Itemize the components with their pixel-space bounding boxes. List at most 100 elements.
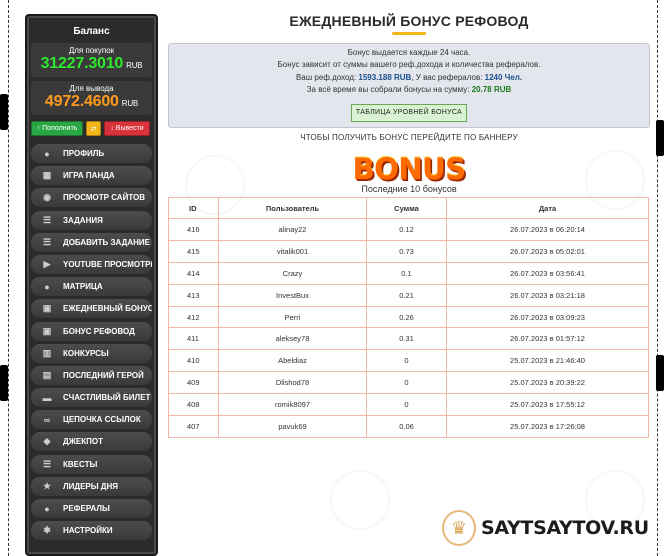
cell-user[interactable]: Abeldiaz	[218, 349, 367, 373]
table-row: 410 Abeldiaz 0 25.07.2023 в 21:46:40	[168, 349, 649, 373]
cell-date: 26.07.2023 в 06:20:14	[446, 218, 649, 241]
sidebar-menu: ● ПРОФИЛЬ ▦ ИГРА ПАНДА ◉ ПРОСМОТР САЙТОВ ☰ З…	[31, 144, 152, 541]
user-icon: ●	[44, 148, 50, 159]
gear-icon: ✱	[43, 525, 51, 536]
sidebar-item-daily-bonus[interactable]: ▣ ЕЖЕДНЕВНЫЙ БОНУС	[31, 299, 152, 319]
cell-amount: 0.73	[366, 239, 447, 263]
chart-icon: ▥	[42, 347, 52, 358]
sidebar-item-panda-game[interactable]: ▦ ИГРА ПАНДА	[31, 166, 152, 186]
users-icon: ●	[44, 503, 50, 514]
cell-date: 25.07.2023 в 21:46:40	[446, 349, 649, 373]
cell-date: 26.07.2023 в 05:02:01	[446, 239, 649, 263]
right-dashed-border	[657, 0, 658, 556]
title-underline	[392, 32, 426, 35]
quest-list-icon: ☰	[42, 458, 52, 469]
ref-count-value: 1240 Чел.	[484, 72, 523, 82]
cell-amount: 0.12	[366, 218, 447, 241]
sidebar-item-leaders[interactable]: ★ ЛИДЕРЫ ДНЯ	[31, 476, 152, 496]
sidebar-item-settings[interactable]: ✱ НАСТРОЙКИ	[31, 521, 152, 541]
column-header-date: Дата	[446, 197, 649, 220]
cell-id: 412	[168, 305, 219, 329]
banner-instruction: ЧТОБЫ ПОЛУЧИТЬ БОНУС ПЕРЕЙДИТЕ ПО БАННЕР…	[300, 133, 518, 143]
sidebar-item-last-hero[interactable]: ▤ ПОСЛЕДНИЙ ГЕРОЙ	[31, 365, 152, 385]
cell-id: 413	[168, 283, 219, 307]
youtube-icon: ▶	[43, 258, 51, 269]
sidebar-item-profile[interactable]: ● ПРОФИЛЬ	[31, 144, 152, 163]
table-body: 416 alinay22 0.12 26.07.2023 в 06:20:14 415 v…	[168, 218, 649, 438]
film-icon: ▤	[42, 369, 52, 380]
link-icon: ∞	[43, 414, 51, 425]
cell-user[interactable]: pavuk69	[218, 415, 367, 438]
sidebar-item-contests[interactable]: ▥ КОНКУРСЫ	[31, 343, 152, 363]
page-title: ЕЖЕДНЕВНЫЙ БОНУС РЕФОВОД	[289, 13, 529, 29]
cell-date: 26.07.2023 в 01:57:12	[446, 327, 649, 351]
cell-id: 410	[168, 349, 219, 373]
cell-user[interactable]: InvestBux	[218, 283, 367, 307]
withdraw-label: Для вывода	[69, 84, 114, 93]
sidebar-item-youtube[interactable]: ▶ YOUTUBE ПРОСМОТРЫ	[31, 254, 152, 274]
table-row: 411 aleksey78 0.31 26.07.2023 в 01:57:12	[168, 327, 649, 351]
star-icon: ★	[42, 480, 52, 491]
info-line-4: За всё время вы собрали бонусы на сумму:…	[306, 85, 512, 95]
bonus-banner[interactable]: BONUS	[168, 154, 650, 184]
cell-user[interactable]: Crazy	[218, 261, 367, 285]
column-header-amount: Сумма	[366, 197, 447, 220]
sidebar-item-ref-bonus[interactable]: ▣ БОНУС РЕФОВОД	[31, 321, 152, 341]
cell-amount: 0	[366, 371, 447, 395]
sidebar-item-tasks[interactable]: ☰ ЗАДАНИЯ	[31, 210, 152, 230]
purchase-label: Для покупок	[68, 46, 115, 55]
cell-id: 409	[168, 371, 219, 395]
balance-buttons: ↑ Пополнить ⇄ ↓ Вывести	[31, 121, 152, 136]
sidebar-item-link-chain[interactable]: ∞ ЦЕПОЧКА ССЫЛОК	[31, 410, 152, 430]
dice-icon: ◆	[43, 436, 51, 447]
cell-user[interactable]: Perri	[218, 305, 367, 329]
bonus-levels-button[interactable]: ТАБЛИЦА УРОВНЕЙ БОНУСА	[350, 103, 468, 123]
main-content: ЕЖЕДНЕВНЫЙ БОНУС РЕФОВОД Бонус выдается …	[168, 0, 650, 438]
cell-user[interactable]: Dlishod78	[218, 371, 367, 395]
table-row: 407 pavuk69 0.06 25.07.2023 в 17:26:08	[168, 415, 649, 438]
crown-logo-icon: ♛	[442, 510, 476, 546]
topup-button[interactable]: ↑ Пополнить	[31, 121, 83, 136]
sidebar-item-quests[interactable]: ☰ КВЕСТЫ	[31, 454, 152, 474]
column-header-user: Пользователь	[218, 197, 367, 220]
edge-mark	[656, 355, 664, 391]
cell-user[interactable]: aleksey78	[218, 327, 367, 351]
withdraw-button[interactable]: ↓ Вывести	[104, 121, 150, 136]
cell-amount: 0.21	[366, 283, 447, 307]
watermark: ♛ SAYTSAYTOV.RU	[442, 510, 649, 546]
edge-mark	[0, 94, 8, 130]
sidebar-item-add-task[interactable]: ☰ ДОБАВИТЬ ЗАДАНИЕ	[31, 232, 152, 252]
info-line-1: Бонус выдается каждые 24 часа.	[347, 48, 471, 57]
column-header-id: ID	[168, 197, 219, 220]
cell-amount: 0.06	[366, 415, 447, 438]
cell-date: 26.07.2023 в 03:56:41	[446, 261, 649, 285]
purchase-currency: RUB	[126, 61, 143, 70]
ref-income-value: 1593.188 RUB	[358, 72, 412, 82]
cell-date: 25.07.2023 в 20:39:22	[446, 371, 649, 395]
cell-id: 416	[168, 218, 219, 241]
exchange-button[interactable]: ⇄	[86, 121, 101, 136]
cell-id: 414	[168, 261, 219, 285]
table-row: 412 Perri 0.26 26.07.2023 в 03:09:23	[168, 305, 649, 329]
cell-id: 415	[168, 239, 219, 263]
cell-amount: 0.1	[366, 261, 447, 285]
sidebar-item-site-views[interactable]: ◉ ПРОСМОТР САЙТОВ	[31, 188, 152, 208]
info-line-3: Ваш реф.доход: 1593.188 RUB, У вас рефер…	[295, 72, 523, 82]
cell-user[interactable]: romik8097	[218, 393, 367, 417]
sidebar-item-referrals[interactable]: ● РЕФЕРАЛЫ	[31, 499, 152, 518]
sidebar-item-matrix[interactable]: ● МАТРИЦА	[31, 277, 152, 297]
eye-icon: ◉	[43, 192, 51, 203]
cell-user[interactable]: vitalik001	[218, 239, 367, 263]
cell-date: 26.07.2023 в 03:09:23	[446, 305, 649, 329]
table-row: 409 Dlishod78 0 25.07.2023 в 20:39:22	[168, 371, 649, 395]
gift-icon: ▣	[42, 303, 52, 314]
sidebar-item-jackpot[interactable]: ◆ ДЖЕКПОТ	[31, 432, 152, 452]
edge-mark	[0, 365, 8, 401]
info-line-2: Бонус зависит от суммы вашего реф.дохода…	[277, 60, 541, 70]
last-bonuses-caption: Последние 10 бонусов	[361, 184, 457, 195]
cell-user[interactable]: alinay22	[218, 218, 367, 241]
cell-date: 26.07.2023 в 03:21:18	[446, 283, 649, 307]
sidebar-item-lucky-ticket[interactable]: ▬ СЧАСТЛИВЫЙ БИЛЕТ	[31, 388, 152, 408]
watermark-text: SAYTSAYTOV.RU	[481, 517, 649, 539]
cell-id: 411	[168, 327, 219, 351]
